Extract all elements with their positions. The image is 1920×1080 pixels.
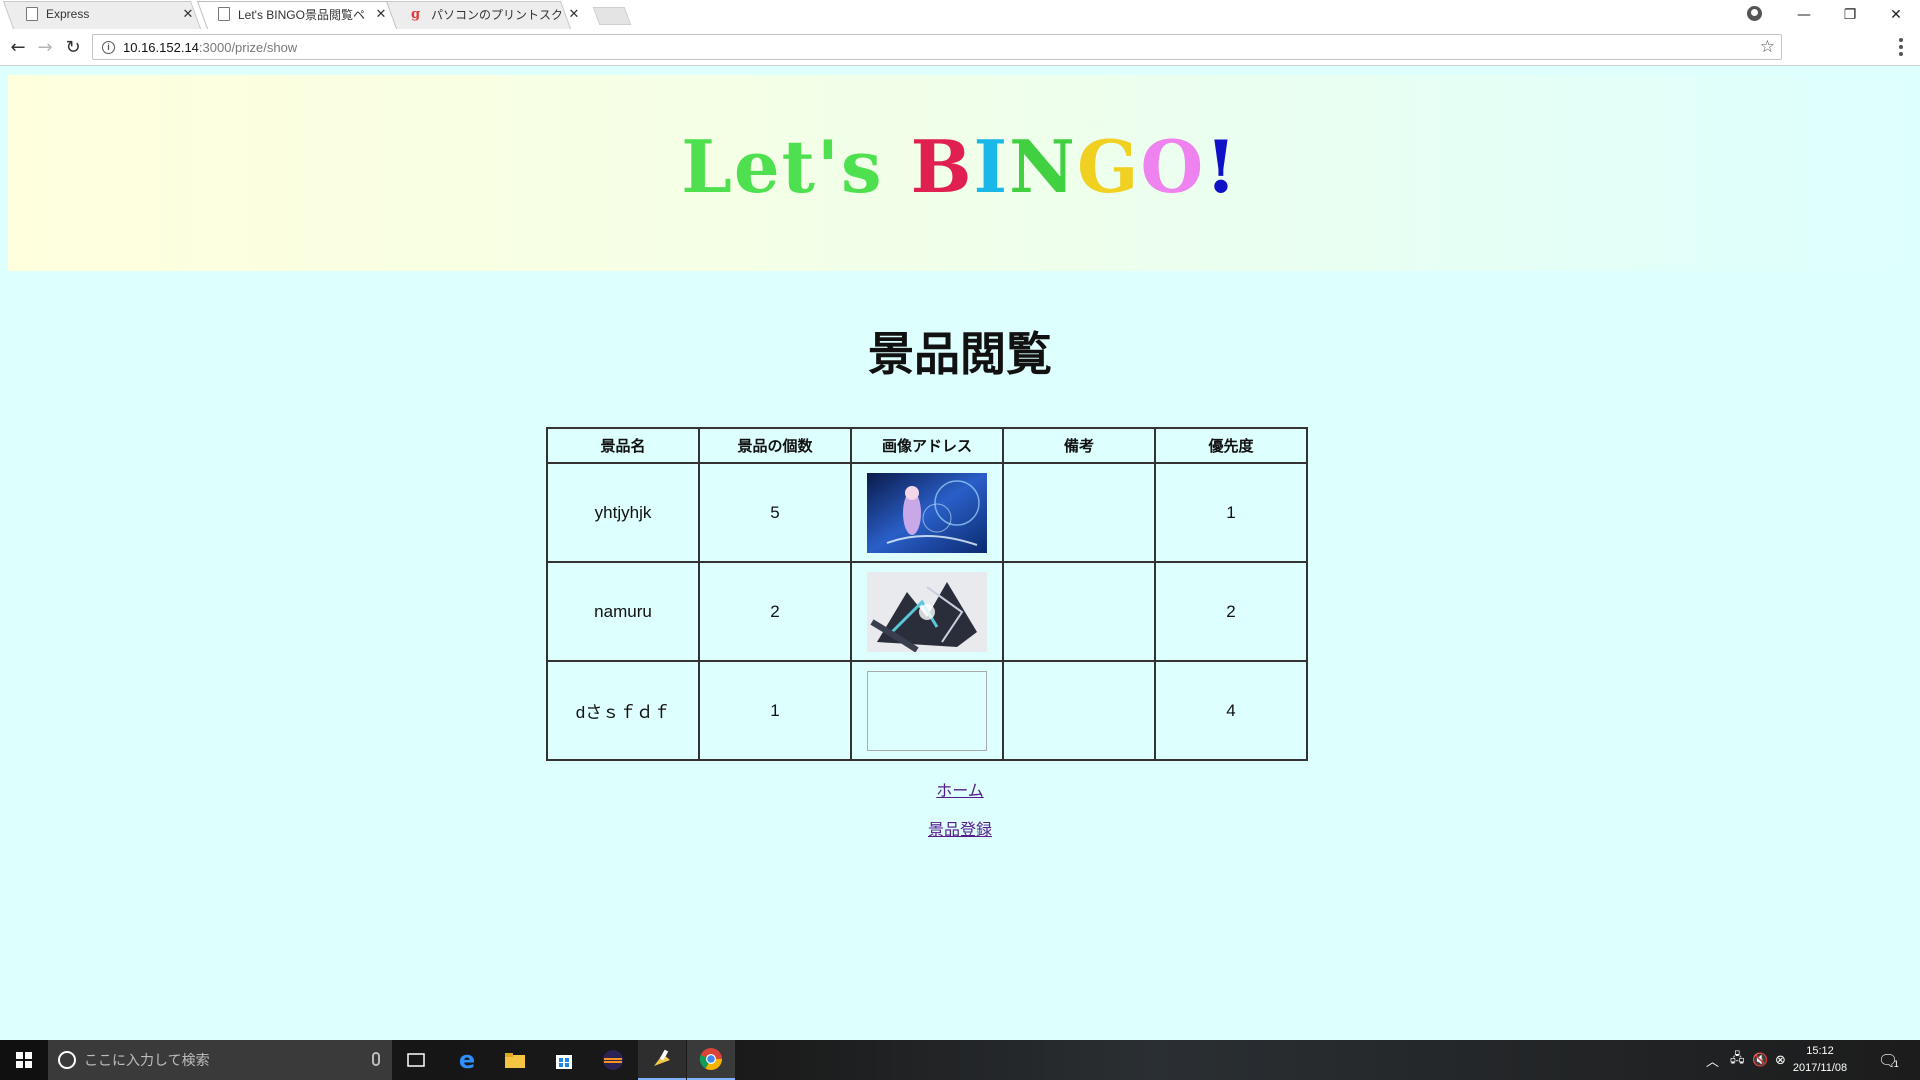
prize-image-cell — [850, 561, 1004, 662]
tab-bingo-label[interactable]: Let's BINGO景品閲覧ペー — [218, 0, 368, 28]
logo-letter: B — [910, 124, 974, 209]
network-icon[interactable]: 🖧 — [1730, 1040, 1745, 1080]
cortana-icon — [58, 1051, 76, 1069]
taskbar: ここに入力して検索 e ︿ 🖧 🔇 ⊗ 15:12 2017/11/08 🗨 1 — [0, 1040, 1920, 1080]
logo-letter: N — [1009, 124, 1077, 209]
prize-image-cell — [850, 462, 1004, 563]
prize-priority: 2 — [1154, 561, 1308, 662]
page-title: 景品閲覧 — [868, 327, 1052, 381]
table-header-row: 景品名 景品の個数 画像アドレス 備考 優先度 — [546, 427, 1308, 464]
header-banner: Let's BINGO! — [8, 75, 1920, 271]
logo-letter: t — [781, 124, 817, 209]
speaker-muted-icon[interactable]: 🔇 — [1752, 1040, 1768, 1080]
minimize-button[interactable]: — — [1781, 0, 1827, 29]
restore-button[interactable]: ❐ — [1827, 0, 1873, 29]
logo-letter: I — [973, 124, 1010, 209]
close-icon[interactable]: ✕ — [567, 7, 581, 22]
clock[interactable]: 15:12 2017/11/08 — [1780, 1043, 1860, 1077]
logo-letter: e — [733, 124, 782, 209]
taskbar-search[interactable]: ここに入力して検索 — [48, 1040, 392, 1080]
store-icon[interactable] — [540, 1040, 588, 1080]
prize-name: namuru — [546, 561, 700, 662]
url-host: 10.16.152.14 — [123, 39, 199, 55]
broken-image — [867, 670, 987, 751]
tab-strip: Express ✕ g パソコンのプリントスクリーンで ✕ Let's BING… — [0, 0, 1920, 29]
prize-count: 1 — [698, 660, 852, 761]
notification-icon[interactable]: 🗨 1 — [1878, 1040, 1899, 1080]
column-header: 備考 — [1002, 427, 1156, 464]
logo-letter: G — [1076, 124, 1141, 209]
logo-letter — [884, 131, 911, 203]
file-explorer-icon[interactable] — [491, 1040, 539, 1080]
prize-image — [867, 571, 987, 652]
tab-express-label[interactable]: Express — [26, 0, 186, 28]
task-view-icon[interactable] — [392, 1040, 440, 1080]
clock-date: 2017/11/08 — [1792, 1062, 1848, 1074]
logo-letter: ' — [816, 124, 841, 209]
address-bar[interactable]: i 10.16.152.14 :3000/prize/show ☆ — [92, 34, 1782, 60]
table-row: dさｓｆｄｆ 1 4 — [546, 660, 1308, 761]
prize-count: 5 — [698, 462, 852, 563]
url-path: :3000/prize/show — [198, 39, 298, 55]
logo: Let's BINGO! — [8, 131, 1912, 203]
table-row: namuru 2 2 — [546, 561, 1308, 662]
prize-note — [1002, 561, 1156, 662]
eclipse-icon[interactable] — [589, 1040, 637, 1080]
prize-count: 2 — [698, 561, 852, 662]
prize-priority: 1 — [1154, 462, 1308, 563]
logo-letter: s — [840, 124, 884, 209]
windows-icon — [16, 1052, 32, 1068]
new-tab-button[interactable] — [592, 7, 632, 25]
prize-name: dさｓｆｄｆ — [546, 660, 700, 761]
browser-toolbar: ← → ↻ i 10.16.152.14 :3000/prize/show ☆ — [0, 29, 1920, 66]
prize-image — [867, 472, 987, 553]
prize-register-link[interactable]: 景品登録 — [928, 820, 992, 839]
menu-icon[interactable] — [1894, 37, 1908, 57]
notification-count: 1 — [1893, 1060, 1900, 1070]
prize-note — [1002, 660, 1156, 761]
tray-chevron-icon[interactable]: ︿ — [1706, 1040, 1719, 1080]
register-link-wrap: 景品登録 — [0, 816, 1920, 840]
microphone-icon[interactable] — [372, 1052, 380, 1066]
page-icon — [26, 7, 38, 21]
column-header: 画像アドレス — [850, 427, 1004, 464]
chrome-icon[interactable] — [687, 1040, 735, 1080]
close-icon[interactable]: ✕ — [181, 7, 195, 22]
column-header: 景品の個数 — [698, 427, 852, 464]
close-window-button[interactable]: ✕ — [1873, 0, 1919, 29]
prize-note — [1002, 462, 1156, 563]
g-favicon-icon: g — [411, 6, 421, 22]
back-arrow-icon[interactable]: ← — [6, 35, 30, 59]
prize-table: 景品名 景品の個数 画像アドレス 備考 優先度 yhtjyhjk 5 1 nam… — [546, 427, 1308, 761]
prize-priority: 4 — [1154, 660, 1308, 761]
paint-icon[interactable] — [638, 1040, 686, 1080]
star-icon[interactable]: ☆ — [1760, 37, 1775, 57]
logo-letter: O — [1140, 124, 1206, 209]
info-icon[interactable]: i — [102, 40, 115, 54]
column-header: 景品名 — [546, 427, 700, 464]
logo-letter: ! — [1205, 124, 1239, 209]
profile-icon[interactable] — [1747, 6, 1762, 21]
logo-letter: L — [681, 124, 734, 209]
clock-time: 15:12 — [1806, 1045, 1834, 1057]
prize-image-cell — [850, 660, 1004, 761]
reload-icon[interactable]: ↻ — [61, 35, 85, 59]
search-placeholder: ここに入力して検索 — [84, 1053, 210, 1069]
start-button[interactable] — [0, 1040, 48, 1080]
close-icon[interactable]: ✕ — [374, 7, 388, 22]
home-link-wrap: ホーム — [0, 777, 1920, 801]
edge-icon[interactable]: e — [443, 1040, 491, 1080]
forward-arrow-icon[interactable]: → — [33, 35, 57, 59]
tab-search-label[interactable]: g パソコンのプリントスクリーンで — [411, 0, 566, 28]
prize-name: yhtjyhjk — [546, 462, 700, 563]
column-header: 優先度 — [1154, 427, 1308, 464]
page-icon — [218, 7, 230, 21]
home-link[interactable]: ホーム — [936, 781, 984, 800]
table-row: yhtjyhjk 5 1 — [546, 462, 1308, 563]
